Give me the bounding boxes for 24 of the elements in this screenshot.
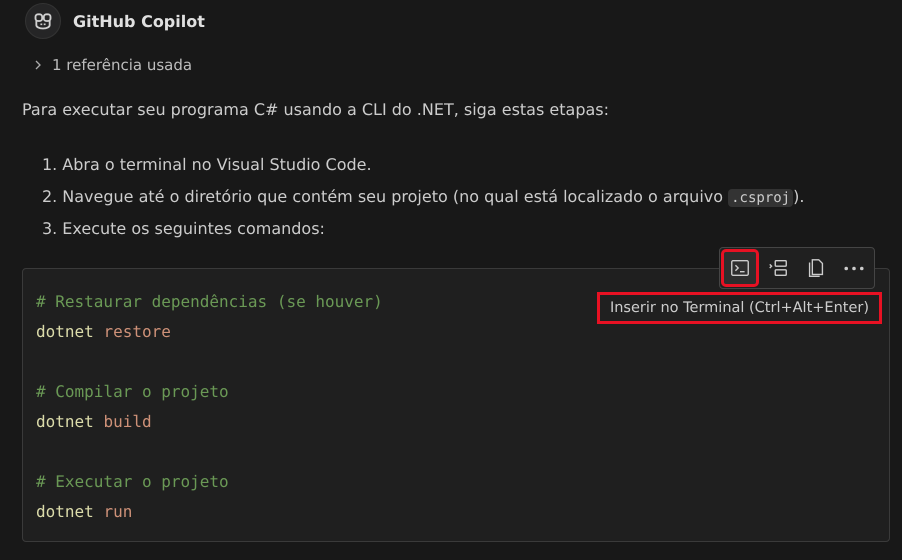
insert-icon <box>767 257 789 279</box>
copilot-icon <box>33 11 53 31</box>
code-command: dotnet <box>36 322 94 341</box>
tooltip: Inserir no Terminal (Ctrl+Alt+Enter) <box>596 292 882 324</box>
references-toggle[interactable]: 1 referência usada <box>32 56 192 74</box>
list-number: 3. <box>42 219 58 238</box>
step-text: Navegue até o diretório que contém seu projeto (no qual está localizado o arquivo .csproj ). <box>62 187 804 206</box>
list-number: 1. <box>42 155 58 174</box>
more-icon <box>844 266 864 270</box>
code-comment: # Executar o projeto <box>36 472 229 491</box>
step-text: Abra o terminal no Visual Studio Code. <box>62 155 372 174</box>
step-text: Execute os seguintes comandos: <box>62 219 325 238</box>
code-argument: build <box>103 412 152 431</box>
code-comment: # Compilar o projeto <box>36 382 229 401</box>
code-command: dotnet <box>36 412 94 431</box>
code-argument: run <box>103 502 132 521</box>
list-number: 2. <box>42 187 58 206</box>
code-argument: restore <box>103 322 171 341</box>
terminal-icon <box>729 257 751 279</box>
insert-terminal-button[interactable] <box>723 251 757 285</box>
code-command: dotnet <box>36 502 94 521</box>
intro-text: Para executar seu programa C# usando a CLI do .NET, siga estas etapas: <box>22 100 610 119</box>
code-comment: # Restaurar dependências (se houver) <box>36 292 383 311</box>
chat-author: GitHub Copilot <box>73 12 205 30</box>
